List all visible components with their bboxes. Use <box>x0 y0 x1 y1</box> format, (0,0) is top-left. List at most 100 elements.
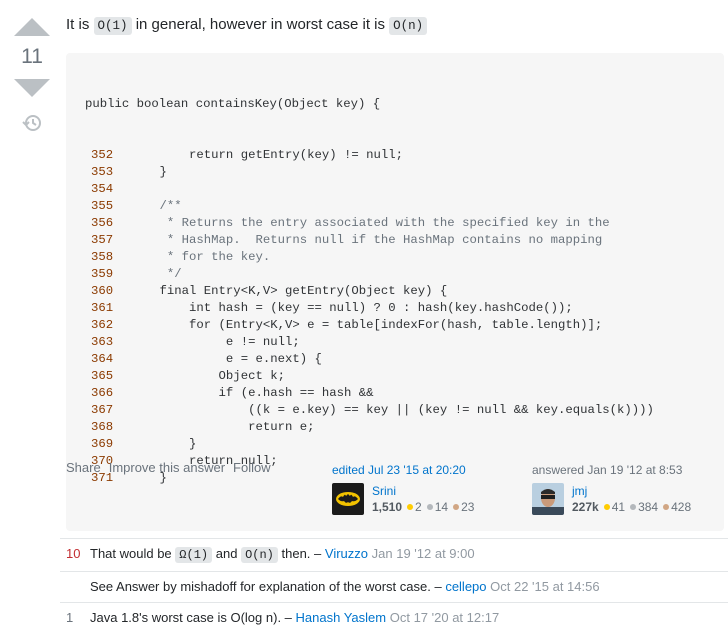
comment-text: Java 1.8's worst case is O(log n). – <box>90 610 292 625</box>
intro-text: in general, however in worst case it is <box>135 16 385 33</box>
code-line: 367 ((k = e.key) == key || (key != null … <box>85 402 724 419</box>
bronze-badge-count: 428 <box>671 500 692 514</box>
code-line-text: e = e.next) { <box>130 352 322 366</box>
code-line-text: public boolean containsKey(Object key) { <box>85 97 381 111</box>
inline-code: O(n) <box>241 547 278 563</box>
reputation-score: 1,510 <box>372 500 403 514</box>
line-number: 358 <box>91 250 114 264</box>
comment-body: See Answer by mishadoff for explanation … <box>90 578 600 595</box>
comment: See Answer by mishadoff for explanation … <box>60 571 728 602</box>
code-line-text: int hash = (key == null) ? 0 : hash(key.… <box>130 301 573 315</box>
code-header-line: public boolean containsKey(Object key) { <box>85 96 724 113</box>
editor-name[interactable]: Srini <box>372 483 474 499</box>
improve-answer-link[interactable]: Improve this answer <box>109 460 225 475</box>
gold-badge-count: 41 <box>611 500 626 514</box>
code-line: 356 * Returns the entry associated with … <box>85 215 724 232</box>
line-number: 363 <box>91 335 114 349</box>
avatar[interactable] <box>332 483 364 515</box>
history-icon[interactable] <box>22 113 42 133</box>
comment: 10 That would be Ω(1) and O(n) then. – V… <box>60 538 728 571</box>
code-line: 365 Object k; <box>85 368 724 385</box>
comment-text: See Answer by mishadoff for explanation … <box>90 579 442 594</box>
code-line: 362 for (Entry<K,V> e = table[indexFor(h… <box>85 317 724 334</box>
comment-user-link[interactable]: Viruzzo <box>325 546 368 561</box>
edited-timestamp[interactable]: edited Jul 23 '15 at 20:20 <box>332 462 474 478</box>
line-number: 369 <box>91 437 114 451</box>
downvote-button[interactable] <box>14 79 50 97</box>
code-line-text: return e; <box>130 420 315 434</box>
inline-code: O(n) <box>389 17 428 35</box>
line-number: 356 <box>91 216 114 230</box>
code-line-text: */ <box>130 267 182 281</box>
inline-code: Ω(1) <box>175 547 213 563</box>
post-menu: Share Improve this answer Follow <box>66 460 271 475</box>
comment-body: That would be Ω(1) and O(n) then. – Viru… <box>90 545 475 564</box>
bronze-badge-count: 23 <box>461 500 475 514</box>
comment-score <box>60 578 90 595</box>
comment-user-link[interactable]: Hanash Yaslem <box>296 610 387 625</box>
code-line: 368 return e; <box>85 419 724 436</box>
avatar[interactable] <box>532 483 564 515</box>
silver-badge-count: 384 <box>638 500 659 514</box>
code-line: 354 <box>85 181 724 198</box>
line-number: 360 <box>91 284 114 298</box>
line-number: 354 <box>91 182 114 196</box>
comment-date[interactable]: Jan 19 '12 at 9:00 <box>372 546 475 561</box>
bronze-badge-icon <box>453 504 460 511</box>
line-number: 367 <box>91 403 114 417</box>
line-number: 355 <box>91 199 114 213</box>
owner-reputation: 227k 41 384 428 <box>572 499 691 515</box>
code-line: 369 } <box>85 436 724 453</box>
code-line-text: /** <box>130 199 182 213</box>
code-line-text: * for the key. <box>130 250 271 264</box>
bronze-badge-icon <box>663 504 670 511</box>
line-number: 361 <box>91 301 114 315</box>
line-number: 368 <box>91 420 114 434</box>
owner-name[interactable]: jmj <box>572 483 691 499</box>
share-link[interactable]: Share <box>66 460 101 475</box>
reputation-score: 227k <box>572 500 599 514</box>
code-line: 359 */ <box>85 266 724 283</box>
code-line: 353 } <box>85 164 724 181</box>
code-line: 357 * HashMap. Returns null if the HashM… <box>85 232 724 249</box>
code-line-text: Object k; <box>130 369 285 383</box>
comment-text: That would be <box>90 546 172 561</box>
comment-user-link[interactable]: cellepo <box>445 579 486 594</box>
line-number: 365 <box>91 369 114 383</box>
line-number: 353 <box>91 165 114 179</box>
vote-column: 11 <box>14 18 50 133</box>
gold-badge-icon <box>407 504 414 511</box>
line-number: 364 <box>91 352 114 366</box>
code-line: 360 final Entry<K,V> getEntry(Object key… <box>85 283 724 300</box>
comments-list: 10 That would be Ω(1) and O(n) then. – V… <box>60 538 728 633</box>
comment-body: Java 1.8's worst case is O(log n). – Han… <box>90 609 499 626</box>
code-line: 364 e = e.next) { <box>85 351 724 368</box>
answer-intro: It is O(1) in general, however in worst … <box>66 14 728 37</box>
comment-date[interactable]: Oct 22 '15 at 14:56 <box>490 579 599 594</box>
owner-signature: answered Jan 19 '12 at 8:53 jmj 227k 41 38… <box>532 462 691 515</box>
code-line: 366 if (e.hash == hash && <box>85 385 724 402</box>
comment-date[interactable]: Oct 17 '20 at 12:17 <box>390 610 499 625</box>
comment-text: and <box>215 546 238 561</box>
line-number: 359 <box>91 267 114 281</box>
code-line-text: ((k = e.key) == key || (key != null && k… <box>130 403 654 417</box>
code-line-text: } <box>130 165 167 179</box>
comment: 1 Java 1.8's worst case is O(log n). – H… <box>60 602 728 633</box>
code-line-text: final Entry<K,V> getEntry(Object key) { <box>130 284 448 298</box>
line-number: 357 <box>91 233 114 247</box>
answered-timestamp: answered Jan 19 '12 at 8:53 <box>532 463 683 477</box>
code-line: 358 * for the key. <box>85 249 724 266</box>
silver-badge-count: 14 <box>434 500 449 514</box>
editor-signature: edited Jul 23 '15 at 20:20 Srini 1,510 2 1… <box>332 462 474 515</box>
follow-link[interactable]: Follow <box>233 460 271 475</box>
code-line: 363 e != null; <box>85 334 724 351</box>
silver-badge-icon <box>426 504 433 511</box>
upvote-button[interactable] <box>14 18 50 36</box>
comment-score: 1 <box>66 610 74 625</box>
gold-badge-count: 2 <box>415 500 422 514</box>
answer-post: It is O(1) in general, however in worst … <box>66 0 728 531</box>
gold-badge-icon <box>603 504 610 511</box>
code-line-text: } <box>130 437 197 451</box>
comment-text: then. – <box>281 546 322 561</box>
intro-text: It is <box>66 16 90 33</box>
